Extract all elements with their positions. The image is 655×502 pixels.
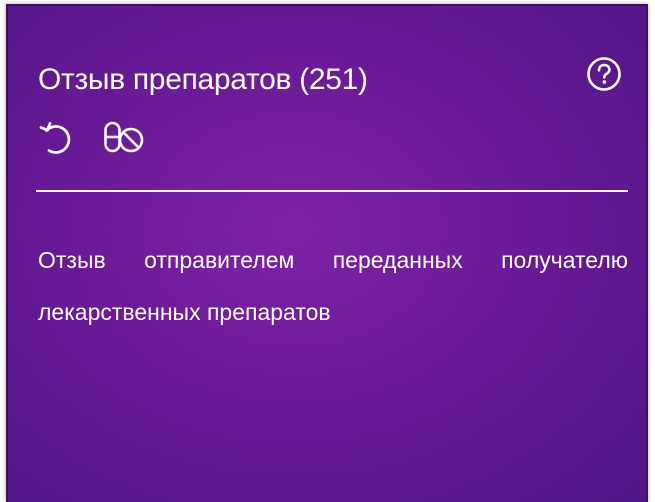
pills-icon xyxy=(102,118,146,158)
medicine-button[interactable] xyxy=(104,118,144,158)
revert-button[interactable] xyxy=(36,118,76,158)
undo-arrow-icon xyxy=(37,119,75,157)
card-description: Отзыв отправителем переданных получателю… xyxy=(38,247,628,325)
service-card[interactable]: Отзыв препаратов (251) Отзыв отправителе… xyxy=(6,4,648,502)
help-circle-icon xyxy=(586,56,622,92)
divider xyxy=(36,190,628,192)
help-button[interactable] xyxy=(586,56,622,92)
card-title: Отзыв препаратов (251) xyxy=(38,63,368,96)
card-toolbar xyxy=(36,118,144,158)
page: Отзыв препаратов (251) Отзыв отправителе… xyxy=(0,0,655,502)
